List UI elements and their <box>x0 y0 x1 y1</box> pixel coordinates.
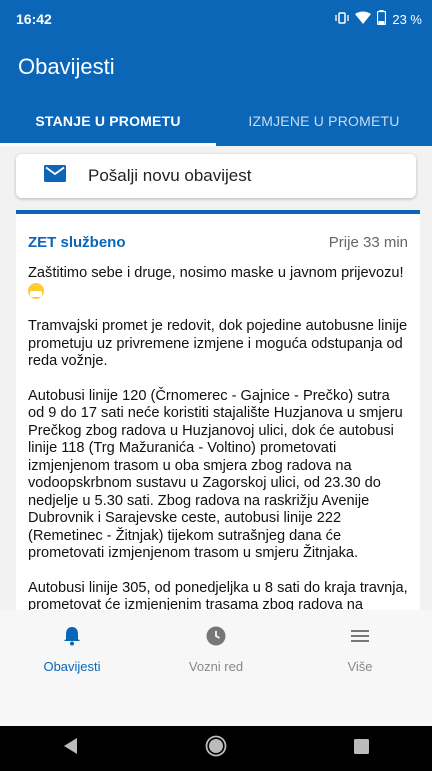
nav-label: Više <box>347 659 373 674</box>
tab-stanje-u-prometu[interactable]: STANJE U PROMETU <box>0 96 216 146</box>
post-paragraph: Zaštitimo sebe i druge, nosimo maske u j… <box>28 265 408 301</box>
vibrate-icon <box>335 11 350 28</box>
bottom-navigation: Obavijesti Vozni red Više <box>0 610 432 726</box>
wifi-icon <box>355 11 372 28</box>
clock-icon <box>206 626 226 651</box>
tab-label: IZMJENE U PROMETU <box>248 113 400 129</box>
menu-icon <box>350 626 370 651</box>
nav-obavijesti[interactable]: Obavijesti <box>0 610 144 726</box>
tab-bar: STANJE U PROMETU IZMJENE U PROMETU <box>0 96 432 146</box>
send-notification-label: Pošalji novu obavijest <box>88 166 252 185</box>
nav-vise[interactable]: Više <box>288 610 432 726</box>
nav-label: Obavijesti <box>43 659 101 674</box>
post-time: Prije 33 min <box>328 234 408 251</box>
send-notification-button[interactable]: Pošalji novu obavijest <box>16 154 416 198</box>
notification-post[interactable]: ZET službeno Prije 33 min Zaštitimo sebe… <box>16 210 420 610</box>
post-paragraph: Tramvajski promet je redovit, dok pojedi… <box>28 318 408 369</box>
nav-vozni-red[interactable]: Vozni red <box>144 610 288 726</box>
page-title: Obavijesti <box>18 54 115 79</box>
tab-izmjene-u-prometu[interactable]: IZMJENE U PROMETU <box>216 96 432 146</box>
post-paragraph: Autobusi linije 305, od ponedjeljka u 8 … <box>28 579 408 611</box>
post-paragraph: Autobusi linije 120 (Črnomerec - Gajnice… <box>28 387 403 562</box>
status-bar: 16:42 23 % <box>0 0 432 38</box>
recents-icon[interactable] <box>353 738 369 759</box>
envelope-icon <box>44 165 66 187</box>
back-icon[interactable] <box>63 738 78 759</box>
bell-icon <box>63 626 81 651</box>
status-time: 16:42 <box>16 11 52 27</box>
tab-label: STANJE U PROMETU <box>35 113 181 129</box>
app-bar: Obavijesti <box>0 38 432 96</box>
mask-emoji-icon <box>28 282 44 299</box>
home-icon[interactable] <box>205 735 227 762</box>
battery-icon <box>377 10 387 28</box>
post-header: ZET službeno Prije 33 min <box>28 234 408 251</box>
nav-label: Vozni red <box>188 659 244 674</box>
system-navigation-bar <box>0 726 432 771</box>
battery-percent: 23 % <box>392 11 422 27</box>
post-author: ZET službeno <box>28 234 126 251</box>
